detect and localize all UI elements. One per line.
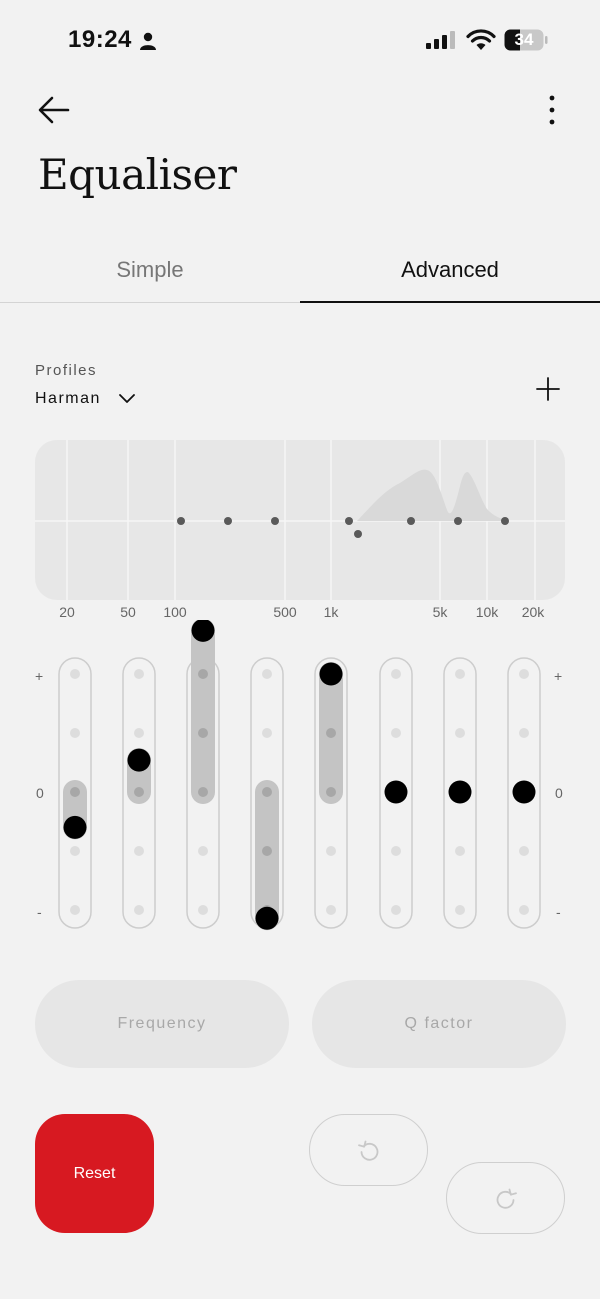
- band-step-dot: [519, 905, 529, 915]
- band-step-dot: [262, 728, 272, 738]
- sliders-svg[interactable]: [0, 618, 600, 940]
- band-step-dot: [391, 905, 401, 915]
- band-step-dot: [262, 669, 272, 679]
- band-step-dot: [70, 728, 80, 738]
- chevron-down-icon[interactable]: [118, 392, 136, 406]
- freq-label: 20k: [521, 604, 545, 620]
- cellular-signal-icon: [426, 31, 455, 49]
- scale-plus-left: +: [35, 668, 44, 684]
- band-markers: [177, 517, 509, 538]
- redo-icon: [496, 1188, 517, 1209]
- profiles-label: Profiles: [35, 362, 98, 379]
- band-knob: [384, 780, 408, 804]
- band-step-dot: [326, 728, 336, 738]
- tab-simple[interactable]: Simple: [0, 245, 300, 303]
- band-step-dot: [198, 846, 208, 856]
- eq-curve-graph: [35, 440, 565, 600]
- band-step-dot: [519, 728, 529, 738]
- band-step-dot: [455, 846, 465, 856]
- reset-button[interactable]: Reset: [35, 1114, 154, 1233]
- band-knob: [448, 780, 472, 804]
- band-knob: [127, 748, 151, 772]
- add-profile-button[interactable]: [534, 375, 562, 403]
- freq-label: 100: [163, 604, 187, 620]
- band-step-dot: [70, 787, 80, 797]
- q-factor-button[interactable]: Q factor: [312, 980, 566, 1068]
- band-step-dot: [134, 728, 144, 738]
- band-step-dot: [326, 905, 336, 915]
- undo-icon: [358, 1140, 379, 1161]
- status-time: 19:24: [68, 26, 132, 53]
- band-step-dot: [455, 669, 465, 679]
- band-step-dot: [198, 787, 208, 797]
- band-step-dot: [198, 905, 208, 915]
- band-step-dot: [519, 669, 529, 679]
- profile-selector[interactable]: Harman: [35, 390, 101, 408]
- battery-indicator: 34: [504, 29, 548, 51]
- more-options-button[interactable]: [536, 90, 568, 130]
- wifi-icon: [466, 29, 496, 50]
- band-step-dot: [134, 669, 144, 679]
- band-step-dot: [455, 905, 465, 915]
- band-level-fill: [191, 618, 215, 804]
- band-step-dot: [262, 846, 272, 856]
- band-step-dot: [134, 787, 144, 797]
- page-title: Equaliser: [38, 150, 237, 199]
- band-knob: [63, 815, 87, 839]
- tab-advanced[interactable]: Advanced: [300, 245, 600, 303]
- band-step-dot: [70, 846, 80, 856]
- band-step-dot: [391, 669, 401, 679]
- band-step-dot: [198, 728, 208, 738]
- band-step-dot: [134, 905, 144, 915]
- band-step-dot: [326, 787, 336, 797]
- band-step-dot: [262, 787, 272, 797]
- freq-label: 10k: [475, 604, 499, 620]
- band-step-dot: [70, 905, 80, 915]
- band-sliders: + 0 - + 0 -: [0, 618, 600, 940]
- back-button[interactable]: [34, 90, 74, 130]
- band-step-dot: [519, 846, 529, 856]
- band-step-dot: [70, 669, 80, 679]
- more-vertical-icon: [549, 95, 555, 125]
- scale-zero-left: 0: [36, 785, 44, 801]
- scale-minus-right: -: [556, 904, 561, 920]
- band-step-dot: [391, 728, 401, 738]
- battery-percentage: 34: [514, 30, 534, 49]
- freq-label: 50: [120, 604, 136, 620]
- band-step-dot: [455, 728, 465, 738]
- arrow-left-icon: [38, 96, 70, 124]
- person-icon: [140, 32, 156, 50]
- freq-label: 1k: [323, 604, 339, 620]
- freq-label: 5k: [432, 604, 448, 620]
- undo-button[interactable]: [309, 1114, 428, 1186]
- band-knob: [255, 906, 279, 930]
- scale-plus-right: +: [554, 668, 563, 684]
- freq-label: 20: [59, 604, 75, 620]
- redo-button[interactable]: [446, 1162, 565, 1234]
- band-step-dot: [391, 846, 401, 856]
- freq-label: 500: [273, 604, 297, 620]
- scale-zero-right: 0: [555, 785, 563, 801]
- scale-minus-left: -: [37, 904, 42, 920]
- band-knob: [319, 662, 343, 686]
- eq-curve-preview: [35, 440, 565, 600]
- band-step-dot: [198, 669, 208, 679]
- band-step-dot: [326, 846, 336, 856]
- band-step-dot: [134, 846, 144, 856]
- band-knob: [512, 780, 536, 804]
- frequency-button[interactable]: Frequency: [35, 980, 289, 1068]
